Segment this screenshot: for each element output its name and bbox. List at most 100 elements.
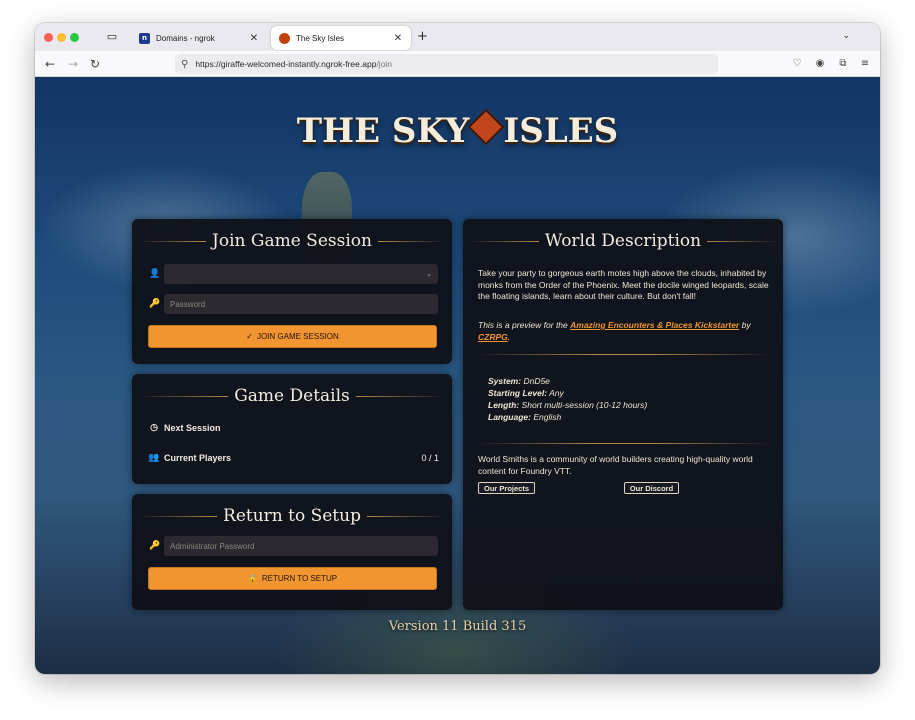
lock-icon: 🔒: [247, 574, 258, 583]
section-divider: [478, 354, 770, 355]
world-description-text: Take your party to gorgeous earth motes …: [478, 268, 769, 302]
header-divider: [707, 240, 777, 242]
setup-header: Return to Setup: [132, 506, 452, 526]
account-icon[interactable]: ◉: [812, 56, 828, 72]
join-session-panel: Join Game Session 👤 ⌄ 🔑 Password ✓ JOIN …: [132, 219, 452, 364]
tab-overview-icon[interactable]: ▭: [105, 30, 119, 44]
key-icon: 🔑: [149, 299, 161, 309]
minimize-window-button[interactable]: [57, 33, 66, 42]
header-divider: [138, 515, 218, 517]
world-specs: System: DnD5e Starting Level: Any Length…: [488, 375, 758, 423]
user-icon: 👤: [149, 269, 161, 279]
preview-mid: by: [739, 320, 751, 330]
d20-die-icon: [468, 108, 505, 146]
world-header: World Description: [463, 231, 783, 251]
header-divider: [377, 240, 447, 242]
join-game-session-button[interactable]: ✓ JOIN GAME SESSION: [148, 325, 437, 348]
version-label: Version 11 Build 315: [388, 619, 527, 634]
world-description-panel: World Description Take your party to gor…: [463, 219, 783, 610]
key-icon: 🔑: [149, 541, 161, 551]
return-to-setup-button[interactable]: 🔒 RETURN TO SETUP: [148, 567, 437, 590]
pocket-icon[interactable]: ♡: [789, 56, 805, 72]
tab-domains-ngrok[interactable]: n Domains - ngrok ✕: [131, 26, 267, 50]
join-title: Join Game Session: [212, 231, 372, 251]
czrpg-link[interactable]: CZRPG: [478, 332, 508, 342]
spec-label: System:: [488, 376, 522, 386]
browser-window: ▭ n Domains - ngrok ✕ The Sky Isles ✕ + …: [35, 23, 880, 674]
menu-icon[interactable]: ≡: [857, 56, 873, 72]
spec-row: Starting Level: Any: [488, 387, 758, 399]
spec-row: Length: Short multi-session (10-12 hours…: [488, 399, 758, 411]
spec-row: Language: English: [488, 411, 758, 423]
page-content: THE SKY ISLES Join Game Session 👤 ⌄ 🔑 Pas…: [35, 77, 880, 674]
spec-label: Starting Level:: [488, 388, 548, 398]
forward-arrow-icon[interactable]: →: [65, 56, 81, 72]
our-projects-button[interactable]: Our Projects: [478, 482, 535, 494]
next-session-row: ◷ Next Session: [147, 422, 439, 433]
section-divider: [478, 443, 770, 444]
current-players-row: 👥 Current Players 0 / 1: [147, 452, 439, 463]
close-tab-icon[interactable]: ✕: [247, 33, 261, 44]
navigation-bar: ← → ↻ ⚲ https://giraffe-welcomed-instant…: [35, 51, 880, 77]
kickstarter-link[interactable]: Amazing Encounters & Places Kickstarter: [570, 320, 739, 330]
user-select-row: 👤 ⌄: [148, 264, 438, 284]
password-row: 🔑 Password: [148, 294, 438, 314]
spec-value: DnD5e: [523, 376, 550, 386]
preview-prefix: This is a preview for the: [478, 320, 571, 330]
check-icon: ✓: [246, 332, 253, 341]
clock-icon: ◷: [150, 422, 158, 432]
spec-value: Any: [549, 388, 564, 398]
extensions-icon[interactable]: ⧉: [835, 56, 851, 72]
preview-note: This is a preview for the Amazing Encoun…: [478, 320, 770, 343]
users-icon: 👥: [148, 452, 160, 462]
spec-value: English: [533, 412, 562, 422]
details-header: Game Details: [132, 386, 452, 406]
password-input[interactable]: Password: [164, 294, 438, 314]
next-session-label: Next Session: [164, 422, 221, 433]
our-discord-button[interactable]: Our Discord: [624, 482, 679, 494]
return-setup-button-label: RETURN TO SETUP: [261, 574, 338, 583]
world-title: World Description: [544, 231, 702, 251]
zoom-window-button[interactable]: [70, 33, 79, 42]
header-divider: [138, 240, 207, 242]
dice-favicon-icon: [279, 32, 290, 44]
header-divider: [355, 395, 446, 397]
sky-isles-logo: THE SKY ISLES: [35, 108, 880, 151]
search-icon: ⚲: [181, 58, 189, 70]
ngrok-favicon-icon: n: [139, 32, 150, 44]
new-tab-icon[interactable]: +: [417, 30, 428, 44]
tab-sky-isles[interactable]: The Sky Isles ✕: [271, 26, 411, 50]
spec-label: Length:: [488, 400, 520, 410]
url-bar[interactable]: ⚲ https://giraffe-welcomed-instantly.ngr…: [175, 54, 718, 74]
current-players-value: 0 / 1: [421, 452, 439, 463]
chevron-down-icon: ⌄: [426, 271, 432, 278]
chevron-down-icon[interactable]: ⌄: [842, 31, 850, 41]
back-arrow-icon[interactable]: ←: [42, 56, 58, 72]
spec-row: System: DnD5e: [488, 375, 758, 387]
game-details-panel: Game Details ◷ Next Session 👥 Current Pl…: [132, 374, 452, 484]
url-host: https://giraffe-welcomed-instantly.ngrok…: [195, 59, 377, 69]
header-divider: [366, 515, 446, 517]
tab-label: Domains - ngrok: [156, 33, 215, 43]
logo-text-left: THE SKY: [296, 111, 470, 151]
preview-suffix: .: [507, 331, 511, 342]
admin-password-placeholder: Administrator Password: [170, 541, 255, 551]
return-setup-panel: Return to Setup 🔑 Administrator Password…: [132, 494, 452, 610]
join-header: Join Game Session: [132, 231, 452, 251]
user-select[interactable]: ⌄: [164, 264, 438, 284]
setup-title: Return to Setup: [223, 506, 361, 526]
tab-bar: ▭ n Domains - ngrok ✕ The Sky Isles ✕ + …: [35, 23, 880, 51]
logo-text-right: ISLES: [503, 111, 619, 151]
close-window-button[interactable]: [44, 33, 53, 42]
close-tab-icon[interactable]: ✕: [391, 33, 405, 44]
url-path: /join: [376, 59, 393, 69]
spec-label: Language:: [488, 412, 531, 422]
details-title: Game Details: [234, 386, 350, 406]
admin-password-row: 🔑 Administrator Password: [148, 536, 438, 556]
header-divider: [469, 240, 539, 242]
header-divider: [138, 395, 229, 397]
admin-password-input[interactable]: Administrator Password: [164, 536, 438, 556]
current-players-label: Current Players: [164, 452, 232, 463]
community-text: World Smiths is a community of world bui…: [478, 454, 753, 476]
reload-icon[interactable]: ↻: [87, 56, 103, 72]
